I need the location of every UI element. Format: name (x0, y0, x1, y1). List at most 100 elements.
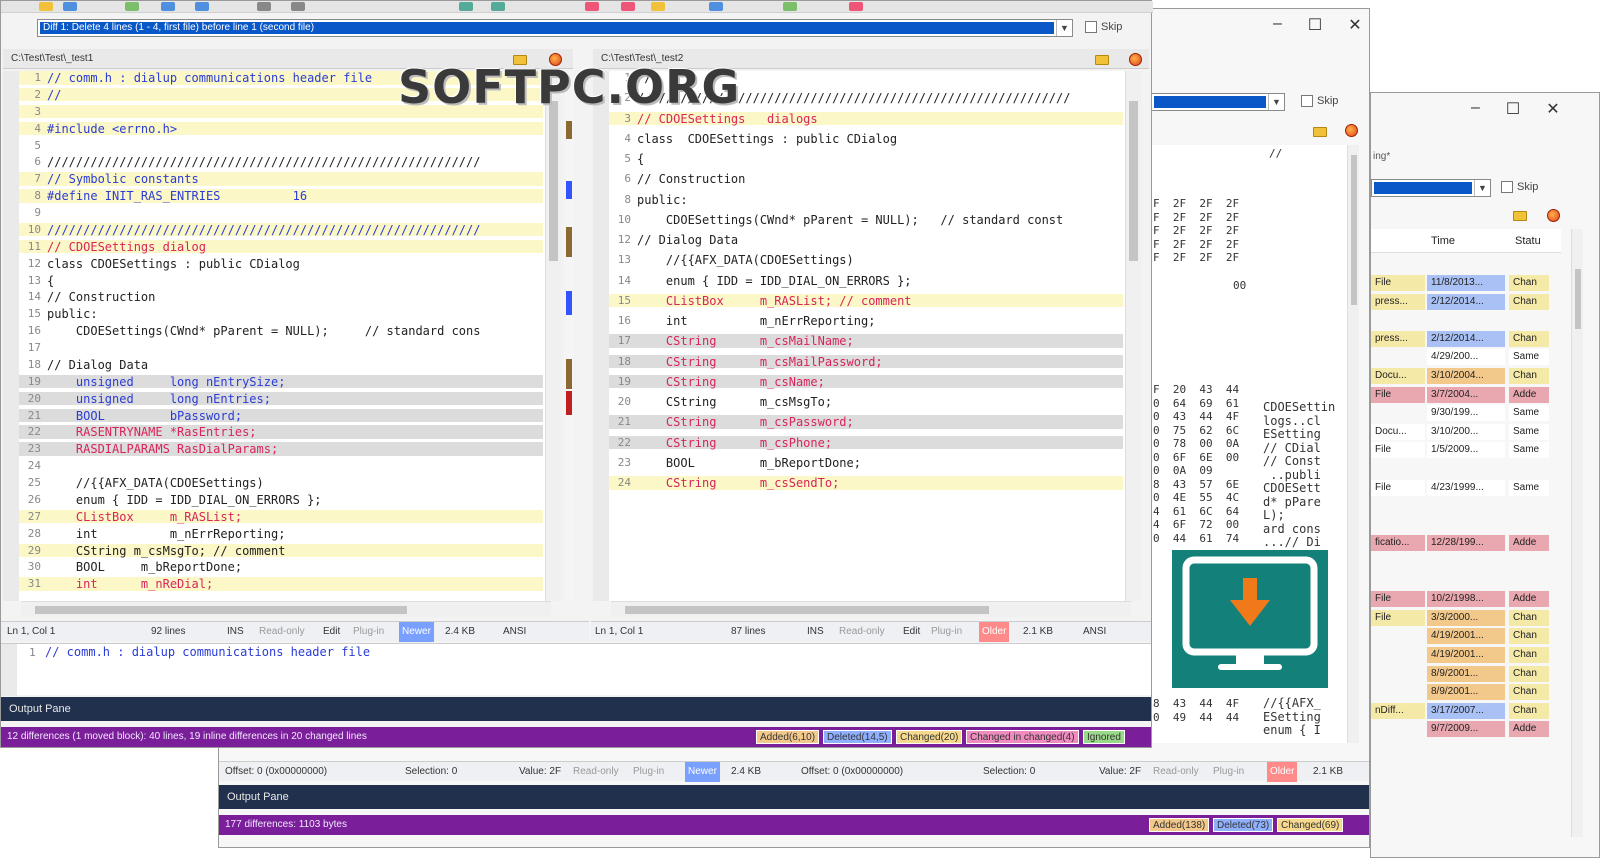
options-icon[interactable] (1547, 209, 1560, 222)
code-line[interactable]: 7 // Symbolic constants (19, 172, 543, 186)
code-line[interactable]: 6 ///////////////////////////////////////… (19, 155, 543, 169)
code-line[interactable]: 17 CString m_csMailName; (609, 334, 1123, 348)
code-line[interactable]: 8 #define INIT_RAS_ENTRIES 16 (19, 189, 543, 203)
code-line[interactable]: 5{ (609, 152, 1123, 166)
code-line[interactable]: 24 CString m_csSendTo; (609, 476, 1123, 490)
folder-row[interactable]: 4/19/2001... Chan (1371, 647, 1553, 663)
options-icon[interactable] (1345, 124, 1358, 137)
code-line[interactable]: 12 // Dialog Data (609, 233, 1123, 247)
folder-row[interactable]: 4/19/2001... Chan (1371, 628, 1553, 645)
code-line[interactable]: 4 #include <errno.h> (19, 121, 543, 136)
folder-row[interactable]: File 3/7/2004... Adde (1371, 386, 1553, 403)
stop-icon[interactable] (849, 2, 863, 11)
code-line[interactable]: 21 CString m_csPassword; (609, 415, 1123, 429)
right-vscroll[interactable] (1125, 71, 1141, 601)
filter-icon[interactable] (783, 2, 797, 11)
refresh-icon[interactable] (125, 2, 139, 11)
diff-detail-pane[interactable]: 1 // comm.h : dialup communications head… (1, 643, 1151, 696)
code-line[interactable]: 28 int m_nErrReporting; (19, 527, 543, 541)
copy-icon[interactable] (291, 2, 305, 11)
code-line[interactable]: 15 public: (19, 307, 543, 321)
close-icon[interactable]: ✕ (1348, 15, 1361, 35)
code-line[interactable]: 23 BOOL m_bReportDone; (609, 456, 1123, 470)
code-line[interactable]: 24 (19, 459, 543, 473)
folder-row[interactable]: 8/9/2001... Chan (1371, 665, 1553, 682)
code-line[interactable]: 30 BOOL m_bReportDone; (19, 560, 543, 574)
diff-selector-combo[interactable]: Diff 1: Delete 4 lines (1 - 4, first fil… (37, 19, 1073, 37)
folder-row[interactable]: press... 2/12/2014... Chan (1371, 330, 1553, 347)
folder-row[interactable]: 8/9/2001... Chan (1371, 684, 1553, 701)
code-line[interactable]: 16 int m_nErrReporting; (609, 314, 1123, 328)
code-line[interactable]: 18 CString m_csMailPassword; (609, 354, 1123, 369)
skip-checkbox[interactable]: Skip (1085, 21, 1122, 33)
left-code-pane[interactable]: 1 // comm.h : dialup communications heade… (3, 71, 561, 601)
copy-left-icon[interactable] (585, 2, 599, 11)
merge-icon[interactable] (651, 2, 665, 11)
code-line[interactable]: 17 (19, 341, 543, 355)
folder-row[interactable] (1371, 461, 1553, 477)
right-hscroll[interactable] (611, 601, 1131, 617)
folder-row[interactable]: Docu... 3/10/200... Same (1371, 423, 1553, 440)
folder-row[interactable] (1371, 517, 1553, 533)
hex-combo[interactable]: ▼ (1151, 93, 1285, 111)
code-line[interactable]: 20 unsigned long nEntries; (19, 391, 543, 406)
open-folder-icon[interactable] (1313, 127, 1327, 137)
folder-row[interactable] (1371, 312, 1553, 328)
folder-row[interactable]: 9/30/199... Same (1371, 405, 1553, 422)
code-line[interactable]: 22 CString m_csPhone; (609, 435, 1123, 450)
code-line[interactable]: 19 CString m_csName; (609, 374, 1123, 389)
maximize-icon[interactable]: ☐ (1308, 15, 1322, 35)
col-status-header[interactable]: Statu (1515, 235, 1541, 247)
code-line[interactable]: 12 class CDOESettings : public CDialog (19, 257, 543, 271)
minimize-icon[interactable]: – (1471, 99, 1480, 119)
code-line[interactable]: 13 { (19, 274, 543, 288)
folder-row[interactable]: 9/7/2009... Adde (1371, 721, 1553, 738)
skip-checkbox[interactable]: Skip (1501, 181, 1538, 193)
code-line[interactable]: 13 //{{AFX_DATA(CDOESettings) (609, 253, 1123, 267)
code-line[interactable]: 14 enum { IDD = IDD_DIAL_ON_ERRORS }; (609, 274, 1123, 288)
code-line[interactable]: 6 // Construction (609, 172, 1123, 186)
code-line[interactable]: 18 // Dialog Data (19, 358, 543, 372)
folder-combo[interactable]: ▼ (1371, 179, 1491, 197)
skip-checkbox[interactable]: Skip (1301, 95, 1338, 107)
folder-row[interactable]: 4/29/200... Same (1371, 349, 1553, 366)
code-line[interactable]: 19 unsigned long nEntrySize; (19, 374, 543, 389)
open-icon[interactable] (39, 2, 53, 11)
folder-row[interactable]: nDiff... 3/17/2007... Chan (1371, 702, 1553, 719)
options-icon[interactable] (1129, 53, 1142, 66)
download-badge[interactable] (1172, 550, 1328, 688)
compare-icon[interactable] (709, 2, 723, 11)
folder-row[interactable]: File 11/8/2013... Chan (1371, 275, 1553, 291)
open-folder-icon[interactable] (1095, 55, 1109, 65)
folder-row[interactable]: File 10/2/1998... Adde (1371, 591, 1553, 608)
code-line[interactable]: 10 CDOESettings(CWnd* pParent = NULL); /… (609, 213, 1123, 227)
code-line[interactable]: 21 BOOL bPassword; (19, 408, 543, 423)
code-line[interactable]: 20 CString m_csMsgTo; (609, 395, 1123, 409)
left-vscroll[interactable] (545, 71, 561, 601)
right-code-pane[interactable]: 1//2////////////////////////////////////… (593, 71, 1141, 601)
code-line[interactable]: 11 // CDOESettings dialog (19, 239, 543, 254)
code-line[interactable]: 4 class CDOESettings : public CDialog (609, 132, 1123, 146)
code-line[interactable]: 9 (19, 206, 543, 220)
hex-vscroll[interactable] (1347, 145, 1359, 743)
code-line[interactable]: 27 CListBox m_RASList; (19, 509, 543, 524)
close-icon[interactable]: ✕ (1546, 99, 1559, 119)
left-hscroll[interactable] (21, 601, 551, 617)
cut-icon[interactable] (257, 2, 271, 11)
chevron-down-icon[interactable]: ▼ (1056, 20, 1072, 36)
code-line[interactable]: 16 CDOESettings(CWnd* pParent = NULL); /… (19, 324, 543, 338)
folder-row[interactable]: File 1/5/2009... Same (1371, 442, 1553, 459)
redo-icon[interactable] (195, 2, 209, 11)
code-line[interactable]: 29 CString m_csMsgTo; // comment (19, 543, 543, 558)
code-line[interactable]: 25 //{{AFX_DATA(CDOESettings) (19, 476, 543, 490)
folder-row[interactable]: press... 2/12/2014... Chan (1371, 293, 1553, 310)
left-location-map[interactable] (565, 71, 573, 601)
code-line[interactable]: 8 public: (609, 193, 1123, 207)
code-line[interactable]: 15 CListBox m_RASList; // comment (609, 293, 1123, 308)
folder-row[interactable]: ficatio... 12/28/199... Adde (1371, 535, 1553, 552)
undo-icon[interactable] (161, 2, 175, 11)
chevron-down-icon[interactable]: ▼ (1268, 94, 1284, 110)
save-icon[interactable] (63, 2, 77, 11)
code-line[interactable]: 14 // Construction (19, 290, 543, 304)
code-line[interactable]: 26 enum { IDD = IDD_DIAL_ON_ERRORS }; (19, 493, 543, 507)
